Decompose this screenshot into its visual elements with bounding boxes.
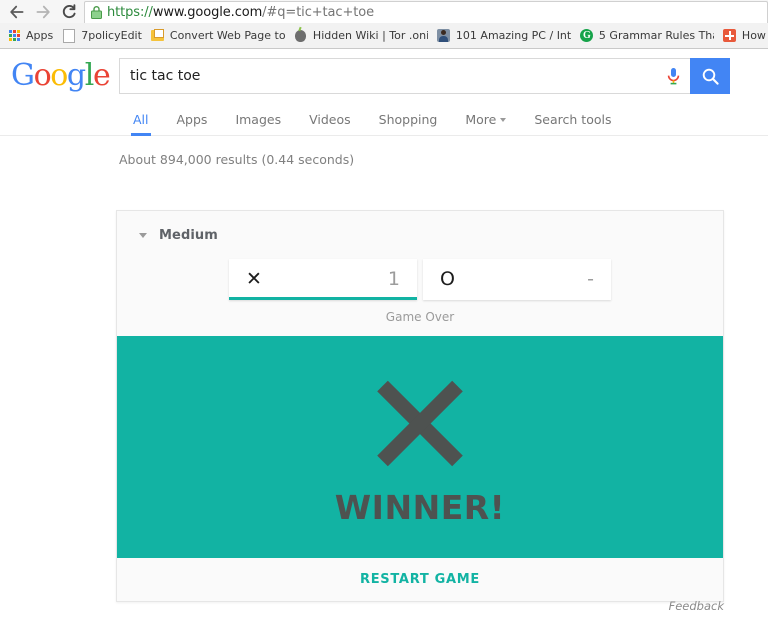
score-value-o: - xyxy=(587,268,594,290)
tic-tac-toe-card: Medium ✕ 1 O - Game Over WINNER! RESTART… xyxy=(116,210,724,602)
bookmark-5-grammar-rules[interactable]: G 5 Grammar Rules That xyxy=(577,26,720,46)
browser-chrome: https://www.google.com/#q=tic+tac+toe Ap… xyxy=(0,0,768,49)
url-host: www.google.com xyxy=(152,4,263,20)
back-button[interactable] xyxy=(4,1,30,23)
difficulty-selector[interactable]: Medium xyxy=(139,228,218,243)
reload-icon xyxy=(62,3,76,18)
chevron-down-icon xyxy=(139,232,147,238)
bookmark-convert-web-page[interactable]: Convert Web Page to xyxy=(148,26,291,46)
score-box-o[interactable]: O - xyxy=(423,259,611,300)
game-board-result[interactable]: WINNER! xyxy=(117,336,723,558)
tab-shopping[interactable]: Shopping xyxy=(365,113,452,136)
tab-search-tools[interactable]: Search tools xyxy=(520,113,625,136)
big-x-icon xyxy=(368,371,472,475)
restart-game-button[interactable]: RESTART GAME xyxy=(348,566,492,593)
card-header: Medium xyxy=(117,211,723,259)
forward-arrow-icon xyxy=(36,5,50,18)
onion-icon xyxy=(294,29,308,43)
magnifier-icon xyxy=(702,68,719,85)
address-bar[interactable]: https://www.google.com/#q=tic+tac+toe xyxy=(84,0,768,23)
document-icon xyxy=(62,28,76,43)
results-count: About 894,000 results (0.44 seconds) xyxy=(119,152,355,167)
bookmark-label: 5 Grammar Rules That xyxy=(598,29,714,42)
bookmarks-bar: Apps 7policyEdit Convert Web Page to Hid… xyxy=(0,23,768,48)
search-input-wrapper[interactable] xyxy=(119,58,656,94)
bookmark-label: How to C xyxy=(741,29,768,42)
search-bar xyxy=(119,58,730,94)
search-nav-tabs: All Apps Images Videos Shopping More Sea… xyxy=(0,103,768,136)
winner-text: WINNER! xyxy=(334,487,506,527)
avatar-icon xyxy=(437,29,451,43)
forward-button[interactable] xyxy=(30,1,56,23)
grammarly-g-icon: G xyxy=(580,29,594,43)
google-search-header: Google xyxy=(0,49,768,103)
secure-lock-icon xyxy=(91,5,102,19)
bookmark-how-to-c[interactable]: How to C xyxy=(720,26,768,46)
o-mark-icon: O xyxy=(440,268,455,290)
score-value-x: 1 xyxy=(387,268,400,290)
bookmark-hidden-wiki[interactable]: Hidden Wiki | Tor .oni xyxy=(291,26,434,46)
url-scheme: https:// xyxy=(107,4,153,20)
microphone-icon xyxy=(667,68,679,85)
tab-videos[interactable]: Videos xyxy=(295,113,365,136)
tab-more[interactable]: More xyxy=(451,111,520,136)
difficulty-label: Medium xyxy=(159,227,218,243)
bookmark-label: Apps xyxy=(26,29,54,42)
apps-grid-icon xyxy=(7,29,21,43)
score-box-x[interactable]: ✕ 1 xyxy=(229,259,417,300)
feedback-link[interactable]: Feedback xyxy=(116,599,724,613)
bookmark-label: Hidden Wiki | Tor .oni xyxy=(312,29,428,42)
plus-box-icon xyxy=(723,29,737,43)
voice-search-button[interactable] xyxy=(656,58,690,94)
game-status-text: Game Over xyxy=(385,310,455,324)
bookmark-label: 7policyEdit xyxy=(81,29,142,42)
bookmark-7policyedit[interactable]: 7policyEdit xyxy=(59,26,148,46)
tab-images[interactable]: Images xyxy=(221,113,295,136)
bookmark-101-amazing-pc[interactable]: 101 Amazing PC / Inte xyxy=(434,26,577,46)
restart-row: RESTART GAME xyxy=(117,558,723,601)
back-arrow-icon xyxy=(10,5,24,18)
omnibar-row: https://www.google.com/#q=tic+tac+toe xyxy=(0,0,768,23)
url-path: /#q=tic+tac+toe xyxy=(262,4,374,20)
folder-icon xyxy=(151,29,165,43)
x-mark-icon: ✕ xyxy=(246,268,262,290)
tab-apps[interactable]: Apps xyxy=(163,113,222,136)
scoreboard: ✕ 1 O - xyxy=(117,259,723,300)
bookmark-label: Convert Web Page to xyxy=(169,29,285,42)
reload-button[interactable] xyxy=(56,1,82,23)
search-button[interactable] xyxy=(690,58,730,94)
tab-more-label: More xyxy=(465,111,497,127)
google-logo[interactable]: Google xyxy=(8,61,111,91)
bookmark-apps[interactable]: Apps xyxy=(4,26,59,46)
chevron-down-icon xyxy=(500,118,507,122)
search-input[interactable] xyxy=(130,68,646,84)
tab-all[interactable]: All xyxy=(119,113,163,136)
address-bar-url: https://www.google.com/#q=tic+tac+toe xyxy=(107,5,374,20)
bookmark-label: 101 Amazing PC / Inte xyxy=(455,29,571,42)
